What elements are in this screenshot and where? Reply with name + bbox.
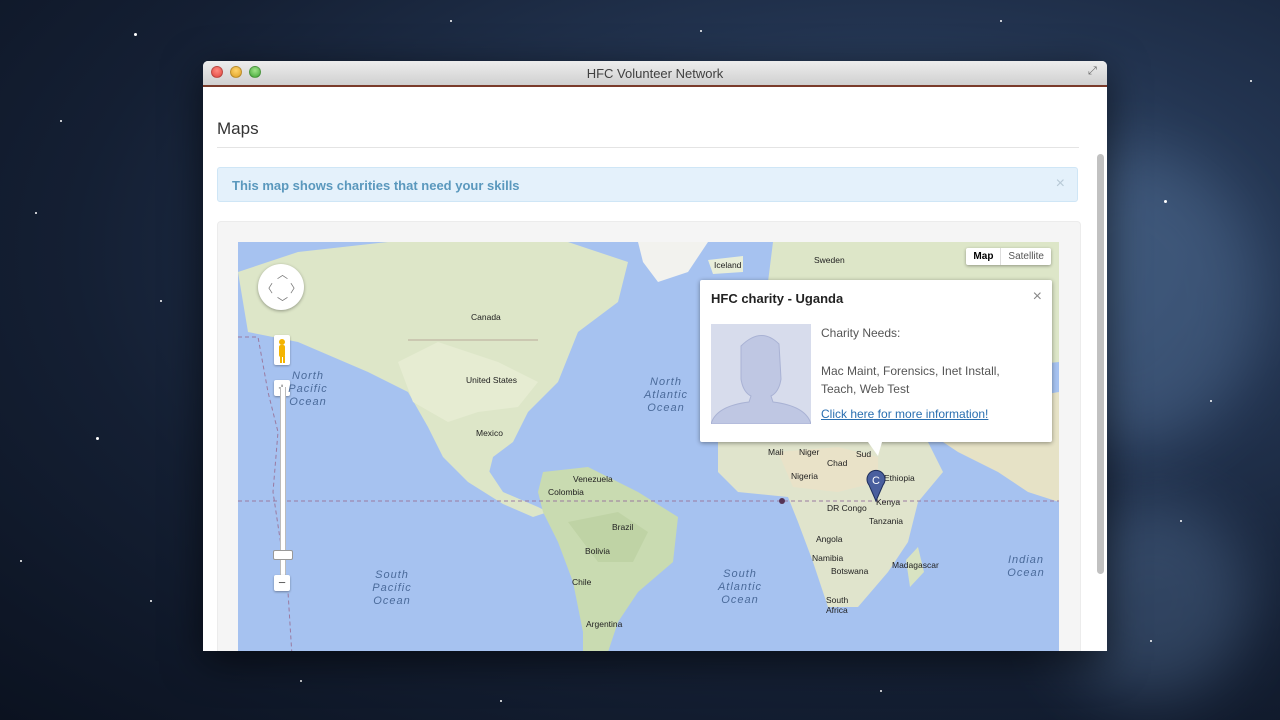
map-label: Sweden bbox=[814, 255, 845, 265]
avatar bbox=[711, 324, 811, 424]
info-window-title: HFC charity - Uganda bbox=[711, 291, 844, 306]
map-label: Argentina bbox=[586, 619, 623, 629]
fullscreen-icon[interactable]: ⤢ bbox=[1088, 66, 1099, 77]
map-label: Ethiopia bbox=[884, 473, 915, 483]
map-type-satellite-button[interactable]: Satellite bbox=[1001, 248, 1051, 265]
vertical-scrollbar[interactable] bbox=[1097, 154, 1104, 574]
map-label: DR Congo bbox=[827, 503, 867, 513]
map-type-map-button[interactable]: Map bbox=[966, 248, 1002, 265]
map-label: Namibia bbox=[812, 553, 844, 563]
ocean-label: North Pacific Ocean bbox=[288, 370, 328, 408]
divider bbox=[217, 147, 1079, 148]
map-label: Colombia bbox=[548, 487, 584, 497]
map-label: Madagascar bbox=[892, 560, 939, 570]
map-type-control[interactable]: Map Satellite bbox=[966, 248, 1051, 265]
user-silhouette-icon bbox=[711, 324, 811, 424]
pan-right-icon[interactable]: 〉 bbox=[290, 280, 301, 296]
map-container: Map Satellite ︿ ﹀ 〈 〉 + − Iceland Sweden bbox=[217, 221, 1081, 651]
pan-up-icon[interactable]: ︿ bbox=[277, 266, 288, 282]
title-bar[interactable]: HFC Volunteer Network ⤢ bbox=[203, 61, 1107, 87]
page-content: Maps This map shows charities that need … bbox=[203, 87, 1096, 651]
map-label: Nigeria bbox=[791, 471, 818, 481]
map-label: United States bbox=[466, 375, 518, 385]
pan-down-icon[interactable]: ﹀ bbox=[277, 294, 288, 310]
map-label: Venezuela bbox=[573, 474, 613, 484]
window-zoom-button[interactable] bbox=[249, 66, 261, 78]
ocean-label: South Atlantic Ocean bbox=[717, 568, 763, 606]
world-map[interactable]: Map Satellite ︿ ﹀ 〈 〉 + − Iceland Sweden bbox=[238, 242, 1059, 651]
map-label: Mexico bbox=[476, 428, 503, 438]
marker-label: C bbox=[872, 475, 880, 487]
map-label: Chile bbox=[572, 577, 592, 587]
map-label: Mali bbox=[768, 447, 784, 457]
ocean-label: North Atlantic Ocean bbox=[643, 376, 689, 414]
map-label: Canada bbox=[471, 312, 501, 322]
street-view-pegman-icon[interactable] bbox=[274, 335, 290, 365]
map-label: Iceland bbox=[714, 260, 742, 270]
ocean-label: South Pacific Ocean bbox=[372, 569, 412, 607]
alert-text: This map shows charities that need your … bbox=[232, 178, 520, 193]
window-title: HFC Volunteer Network bbox=[586, 65, 724, 81]
map-label: Brazil bbox=[612, 522, 634, 532]
app-window: HFC Volunteer Network ⤢ Maps This map sh… bbox=[203, 61, 1107, 651]
window-minimize-button[interactable] bbox=[230, 66, 242, 78]
map-label: Bolivia bbox=[585, 546, 611, 556]
ocean-label: Indian Ocean bbox=[1007, 554, 1045, 579]
map-label: Tanzania bbox=[869, 516, 904, 526]
needs-list: Mac Maint, Forensics, Inet Install, Teac… bbox=[821, 364, 1000, 396]
charity-info-window: HFC charity - Uganda × Charity Needs: Ma… bbox=[700, 280, 1052, 456]
pan-control[interactable]: ︿ ﹀ 〈 〉 bbox=[258, 264, 304, 310]
window-close-button[interactable] bbox=[211, 66, 223, 78]
more-info-link[interactable]: Click here for more information! bbox=[821, 407, 988, 421]
map-label: Chad bbox=[827, 458, 848, 468]
info-window-close-icon[interactable]: × bbox=[1033, 288, 1042, 306]
map-label: Niger bbox=[799, 447, 820, 457]
map-label: Angola bbox=[816, 534, 843, 544]
zoom-slider-handle[interactable] bbox=[273, 550, 293, 560]
charity-map-marker[interactable]: C bbox=[866, 468, 886, 502]
map-label: Botswana bbox=[831, 566, 869, 576]
pan-left-icon[interactable]: 〈 bbox=[262, 280, 273, 296]
map-label: South Africa bbox=[826, 595, 849, 615]
needs-label: Charity Needs: bbox=[821, 326, 901, 340]
zoom-out-button[interactable]: − bbox=[274, 575, 290, 591]
page-title: Maps bbox=[217, 119, 259, 138]
alert-close-icon[interactable]: × bbox=[1056, 175, 1065, 193]
info-alert: This map shows charities that need your … bbox=[217, 167, 1078, 202]
